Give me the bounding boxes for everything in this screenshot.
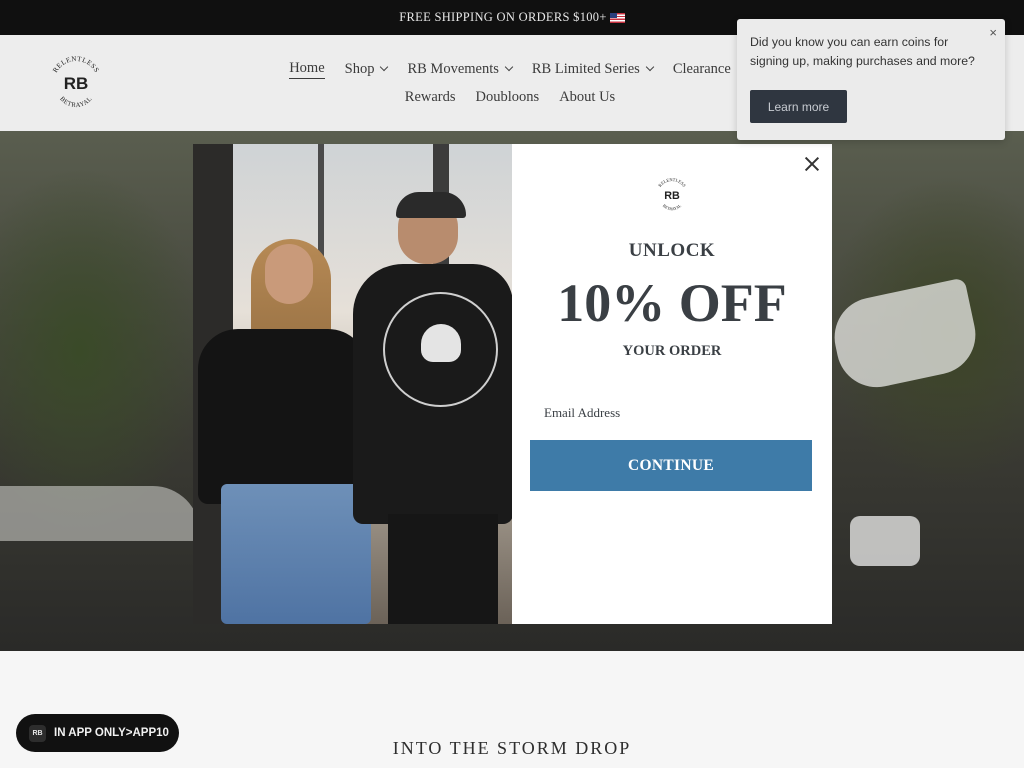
- brand-logo[interactable]: RELENTLESS RB BETRAYAL: [46, 53, 106, 113]
- nav-row-primary: Home Shop RB Movements RB Limited Series…: [270, 55, 750, 83]
- logo-main-text: RB: [64, 74, 89, 93]
- motorcycle-image: [850, 516, 920, 566]
- svg-text:RB: RB: [664, 190, 680, 202]
- app-promo-badge[interactable]: RB IN APP ONLY>APP10: [16, 714, 179, 752]
- nav-item-rb-limited-series[interactable]: RB Limited Series: [532, 61, 655, 78]
- svg-text:RELENTLESS: RELENTLESS: [657, 177, 687, 188]
- app-promo-text: IN APP ONLY>APP10: [54, 727, 169, 739]
- nav-item-home[interactable]: Home: [289, 60, 325, 79]
- nav-item-clearance[interactable]: Clearance: [673, 61, 731, 78]
- close-icon[interactable]: ×: [989, 25, 997, 40]
- svg-text:BETRAYAL: BETRAYAL: [58, 95, 93, 109]
- svg-text:BETRAYAL: BETRAYAL: [662, 203, 683, 212]
- announcement-text: FREE SHIPPING ON ORDERS $100+: [399, 10, 607, 24]
- discount-modal: RELENTLESS RB BETRAYAL UNLOCK 10% OFF YO…: [193, 144, 832, 624]
- close-icon[interactable]: [802, 154, 822, 174]
- app-logo-icon: RB: [29, 724, 46, 742]
- learn-more-button[interactable]: Learn more: [750, 90, 847, 123]
- modal-heading: UNLOCK: [628, 240, 716, 261]
- brand-logo: RELENTLESS RB BETRAYAL: [657, 177, 687, 212]
- svg-text:RELENTLESS: RELENTLESS: [51, 55, 101, 74]
- discount-offer: 10% OFF: [557, 273, 787, 333]
- rewards-message: Did you know you can earn coins for sign…: [750, 35, 975, 68]
- continue-button[interactable]: CONTINUE: [530, 440, 812, 491]
- motorcycle-image: [0, 486, 200, 541]
- nav-item-rb-movements[interactable]: RB Movements: [407, 61, 514, 78]
- nav-item-rewards[interactable]: Rewards: [405, 89, 456, 106]
- nav-item-doubloons[interactable]: Doubloons: [476, 89, 540, 106]
- logo-top-text: RELENTLESS: [51, 55, 100, 74]
- nav-item-shop[interactable]: Shop: [345, 61, 389, 78]
- us-flag-icon: [609, 12, 625, 23]
- rewards-coins-popup: Did you know you can earn coins for sign…: [737, 19, 1005, 140]
- logo-bottom-text: BETRAYAL: [58, 95, 93, 109]
- main-nav: Home Shop RB Movements RB Limited Series…: [270, 55, 750, 111]
- nav-row-secondary: Rewards Doubloons About Us: [270, 83, 750, 111]
- modal-form-panel: RELENTLESS RB BETRAYAL UNLOCK 10% OFF YO…: [512, 144, 832, 624]
- email-field[interactable]: [530, 396, 812, 430]
- chevron-down-icon: [645, 62, 655, 72]
- modal-subheading: YOUR ORDER: [622, 343, 722, 359]
- chevron-down-icon: [504, 62, 514, 72]
- skull-icon: [421, 324, 461, 362]
- modal-promo-photo: [193, 144, 512, 624]
- chevron-down-icon: [380, 62, 389, 72]
- nav-item-about-us[interactable]: About Us: [559, 89, 615, 106]
- motorcycle-image: [827, 277, 983, 395]
